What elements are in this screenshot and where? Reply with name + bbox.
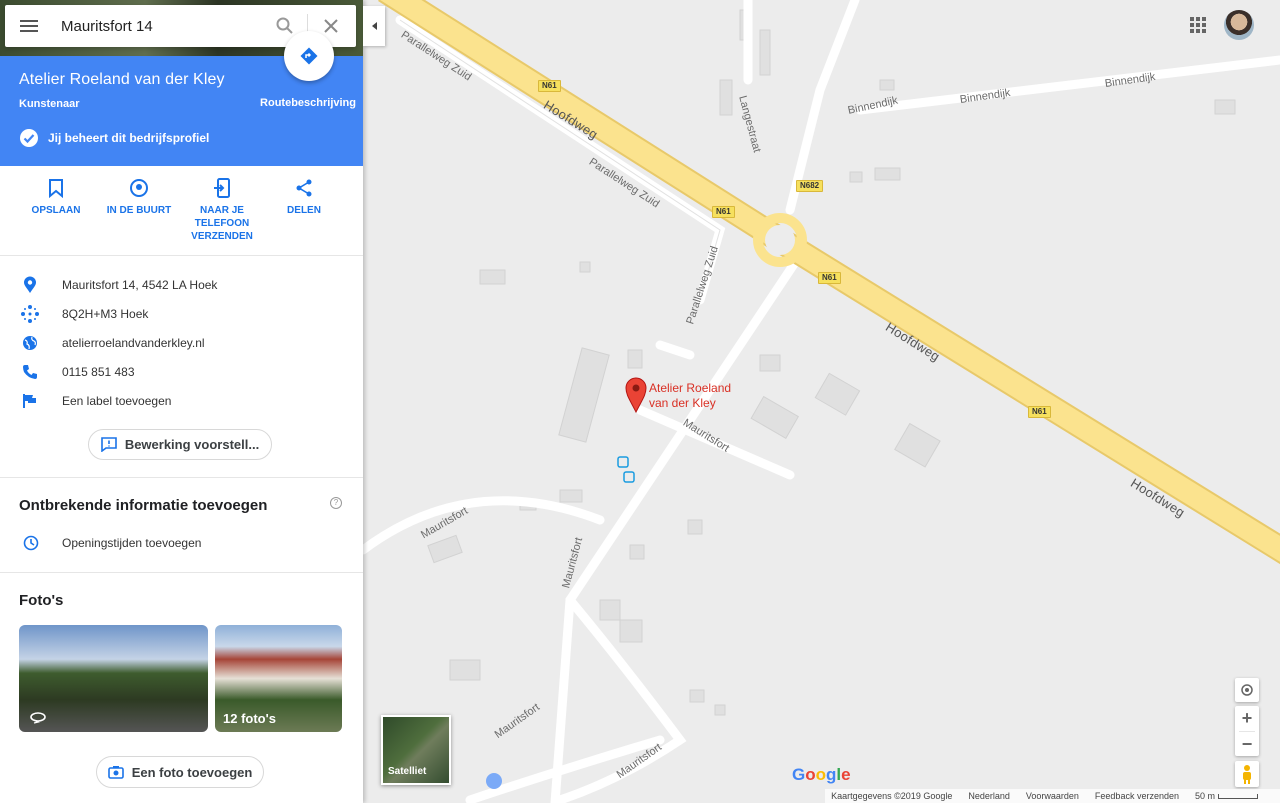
feedback-link[interactable]: Feedback verzenden: [1095, 791, 1179, 801]
plus-code-text: 8Q2H+M3 Hoek: [62, 307, 149, 321]
website-text: atelierroelandvanderkley.nl: [62, 336, 205, 350]
map-copyright: Kaartgegevens ©2019 Google: [831, 791, 953, 801]
camera-icon: [107, 766, 124, 779]
directions-button[interactable]: [284, 31, 334, 81]
phone-row[interactable]: 0115 851 483: [0, 361, 135, 383]
360-view-icon: [30, 712, 46, 724]
collapse-panel-button[interactable]: [363, 6, 385, 46]
scale-indicator[interactable]: 50 m: [1195, 791, 1258, 801]
road-shield-n61: N61: [712, 206, 735, 218]
directions-icon: [300, 47, 318, 65]
pegman-icon: [1243, 765, 1251, 784]
google-logo: Google: [792, 765, 851, 784]
road-shield-n61: N61: [1028, 406, 1051, 418]
menu-button[interactable]: [5, 5, 53, 47]
pin-label-line2: van der Kley: [649, 396, 716, 410]
satellite-toggle[interactable]: Satelliet: [381, 715, 451, 785]
directions-label[interactable]: Routebeschrijving: [260, 97, 356, 109]
add-hours-row[interactable]: Openingstijden toevoegen: [0, 535, 201, 551]
share-button[interactable]: DELEN: [263, 176, 345, 217]
place-category[interactable]: Kunstenaar: [19, 98, 80, 110]
place-panel: Atelier Roeland van der Kley Kunstenaar …: [0, 0, 363, 803]
nearby-label: IN DE BUURT: [106, 205, 172, 216]
help-icon[interactable]: ?: [330, 497, 342, 509]
close-icon[interactable]: [322, 17, 340, 35]
clock-icon: [23, 535, 39, 551]
address-text: Mauritsfort 14, 4542 LA Hoek: [62, 278, 218, 292]
location-pin-icon: [24, 276, 36, 293]
place-info: Mauritsfort 14, 4542 LA Hoek 8Q2H+M3 Hoe…: [0, 256, 363, 478]
satellite-label: Satelliet: [388, 766, 427, 777]
plus-code-row[interactable]: 8Q2H+M3 Hoek: [0, 303, 148, 325]
photo-360-thumbnail[interactable]: [19, 625, 208, 732]
my-location-icon: [1241, 684, 1253, 696]
chevron-left-icon: [371, 22, 377, 30]
zoom-out-button[interactable]: −: [1235, 732, 1259, 756]
add-label-text: Een label toevoegen: [62, 394, 172, 408]
add-hours-text: Openingstijden toevoegen: [62, 536, 202, 550]
map-footer: Kaartgegevens ©2019 Google Nederland Voo…: [825, 789, 1280, 803]
scale-label: 50 m: [1194, 791, 1215, 801]
website-row[interactable]: atelierroelandvanderkley.nl: [0, 332, 205, 354]
add-label-row[interactable]: Een label toevoegen: [0, 390, 171, 412]
feedback-icon: [101, 437, 117, 452]
nearby-icon: [130, 179, 148, 197]
send-to-phone-button[interactable]: NAAR JE TELEFOON VERZENDEN: [181, 176, 263, 243]
plus-code-icon: [21, 305, 39, 323]
save-label: OPSLAAN: [31, 205, 81, 216]
search-input[interactable]: [53, 17, 253, 35]
terms-link[interactable]: Voorwaarden: [1026, 791, 1079, 801]
save-button[interactable]: OPSLAAN: [15, 176, 97, 217]
verified-owner[interactable]: Jij beheert dit bedrijfsprofiel: [19, 128, 209, 148]
pegman-button[interactable]: [1235, 761, 1259, 787]
send-to-phone-label: NAAR JE TELEFOON VERZENDEN: [191, 205, 253, 242]
add-photo-label: Een foto toevoegen: [131, 764, 253, 780]
scale-bar: [1218, 794, 1258, 799]
address-row[interactable]: Mauritsfort 14, 4542 LA Hoek: [0, 274, 217, 296]
verified-text: Jij beheert dit bedrijfsprofiel: [48, 131, 210, 145]
verified-badge-icon: [20, 129, 38, 147]
nearby-button[interactable]: IN DE BUURT: [98, 176, 180, 217]
share-label: DELEN: [287, 205, 321, 216]
country-link[interactable]: Nederland: [968, 791, 1010, 801]
search-icon[interactable]: [276, 17, 294, 35]
suggest-edit-label: Bewerking voorstell...: [124, 437, 260, 452]
place-title: Atelier Roeland van der Kley: [19, 71, 225, 88]
my-location-button[interactable]: [1235, 678, 1259, 702]
share-icon: [296, 179, 312, 197]
globe-icon: [23, 336, 37, 350]
photos-gallery-thumbnail[interactable]: 12 foto's: [215, 625, 342, 732]
pin-label-line1: Atelier Roeland: [649, 381, 732, 395]
bookmark-icon: [49, 179, 63, 198]
account-avatar[interactable]: [1224, 10, 1254, 40]
missing-info-title: Ontbrekende informatie toevoegen: [19, 497, 268, 514]
place-header: Atelier Roeland van der Kley Kunstenaar …: [0, 31, 363, 166]
apps-grid-icon[interactable]: [1190, 17, 1206, 33]
zoom-controls: + −: [1235, 706, 1259, 756]
phone-text: 0115 851 483: [62, 365, 135, 379]
road-shield-n61: N61: [538, 80, 561, 92]
zoom-in-button[interactable]: +: [1235, 706, 1259, 731]
road-shield-n682: N682: [796, 180, 824, 192]
place-pin-label[interactable]: Atelier Roeland van der Kley: [649, 381, 731, 411]
send-to-phone-icon: [214, 178, 230, 198]
photo-count: 12 foto's: [223, 711, 276, 726]
phone-icon: [23, 365, 37, 379]
road-shield-n61: N61: [818, 272, 841, 284]
action-row: OPSLAAN IN DE BUURT NAAR JE TELEFOON VER…: [0, 166, 363, 256]
add-photo-button[interactable]: Een foto toevoegen: [96, 756, 264, 788]
photos-title: Foto's: [19, 592, 64, 609]
missing-info-section: Ontbrekende informatie toevoegen ? Openi…: [0, 478, 363, 573]
hamburger-icon: [20, 25, 38, 27]
flag-icon: [23, 394, 36, 408]
suggest-edit-button[interactable]: Bewerking voorstell...: [88, 429, 272, 460]
